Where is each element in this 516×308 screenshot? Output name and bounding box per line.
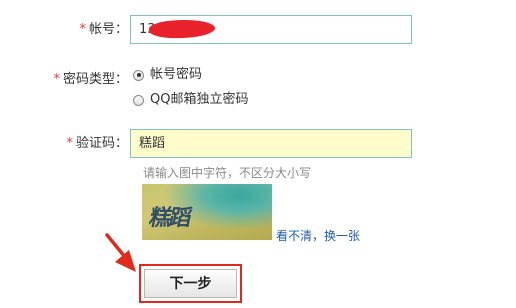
red-arrow-icon	[105, 233, 136, 272]
